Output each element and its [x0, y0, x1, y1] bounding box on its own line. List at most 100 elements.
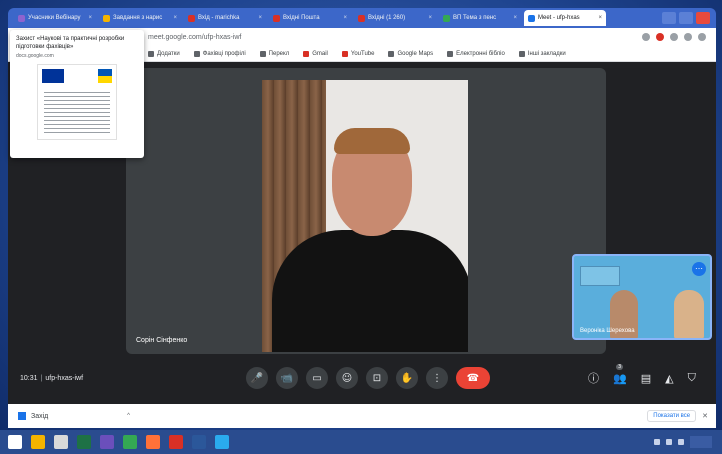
participant-figure	[674, 290, 704, 338]
browser-tab[interactable]: Вхідні (1 260) ×	[354, 10, 436, 26]
tab-close-icon[interactable]: ×	[88, 15, 92, 21]
system-tray	[654, 436, 722, 448]
file-explorer-icon[interactable]	[31, 435, 45, 449]
close-window-button[interactable]	[696, 12, 710, 24]
bookmark-item[interactable]: Інші закладки	[518, 50, 566, 57]
chevron-up-icon[interactable]: ^	[127, 413, 130, 419]
tab-favicon-icon	[273, 14, 280, 22]
tab-favicon-icon	[528, 14, 535, 22]
camera-icon[interactable]: 📹	[276, 367, 298, 389]
participant-hair	[334, 128, 410, 154]
bookmark-favicon-icon	[447, 50, 454, 57]
media-icon[interactable]	[54, 435, 68, 449]
extension-icons	[642, 33, 716, 41]
bookmark-favicon-icon	[303, 50, 310, 57]
separator: |	[40, 374, 43, 382]
bookmark-star-icon[interactable]	[642, 33, 650, 41]
bookmark-label: YouTube	[350, 50, 375, 57]
show-all-button[interactable]: Показати все	[647, 410, 697, 422]
participants-count-badge: 3	[616, 363, 624, 370]
raise-hand-icon[interactable]: ✋	[396, 367, 418, 389]
network-icon[interactable]	[654, 439, 660, 445]
bookmark-favicon-icon	[259, 50, 266, 57]
bookmark-item[interactable]: Gmail	[303, 50, 328, 57]
menu-icon[interactable]	[698, 33, 706, 41]
bookmark-item[interactable]: Фахівці профілі	[193, 50, 246, 57]
emoji-icon[interactable]: ☺	[336, 367, 358, 389]
excel-icon[interactable]	[77, 435, 91, 449]
present-screen-icon[interactable]: ⊡	[366, 367, 388, 389]
bookmark-label: Додатки	[157, 50, 180, 57]
tab-close-icon[interactable]: ×	[343, 15, 347, 21]
people-icon[interactable]: 👥 3	[613, 363, 627, 385]
captions-icon[interactable]: ▭	[306, 367, 328, 389]
browser-tab[interactable]: Учасники Вебінару ×	[14, 10, 96, 26]
browser-tab[interactable]: Завдання з нарис ×	[99, 10, 181, 26]
telegram-icon[interactable]	[215, 435, 229, 449]
tab-close-icon[interactable]: ×	[258, 15, 262, 21]
language-icon[interactable]	[678, 439, 684, 445]
host-controls-icon[interactable]: ⛉	[688, 371, 696, 385]
tab-label: Вхідні (1 260)	[368, 15, 406, 21]
bookmark-item[interactable]: Електронні бібліо	[447, 50, 505, 57]
document-text-preview	[44, 89, 110, 133]
more-options-icon[interactable]: ⋮	[426, 367, 448, 389]
bookmark-label: Інші закладки	[527, 50, 566, 57]
word-icon[interactable]	[192, 435, 206, 449]
self-participant-tile[interactable]: ⋯ Вероніка Шерехова	[572, 254, 712, 340]
activities-icon[interactable]: ◭	[665, 372, 673, 385]
tab-label: Вхід - marichka	[198, 15, 240, 21]
bookmark-item[interactable]: Google Maps	[388, 50, 434, 57]
self-participant-name: Вероніка Шерехова	[580, 328, 635, 334]
download-bar: Захід ^ Показати все ✕	[8, 404, 716, 428]
ukraine-flag-logo	[98, 69, 112, 83]
store-icon[interactable]	[100, 435, 114, 449]
clock[interactable]	[690, 436, 712, 448]
browser-tab[interactable]: Meet - ufp-hxas ×	[524, 10, 606, 26]
eu-flag-logo	[42, 69, 64, 83]
tab-preview-popup[interactable]: Захист «Наукові та практичні розробки пі…	[10, 30, 144, 158]
end-call-button[interactable]: ☎	[456, 367, 490, 389]
browser-tab[interactable]: Вхідні Пошта ×	[269, 10, 351, 26]
tab-close-icon[interactable]: ×	[513, 15, 517, 21]
minimize-button[interactable]	[662, 12, 676, 24]
download-file-name: Захід	[31, 412, 49, 420]
url-text[interactable]: meet.google.com/ufp-hxas-iwf	[148, 34, 241, 41]
browser-tab[interactable]: ВП Тема з пенс ×	[439, 10, 521, 26]
mic-icon[interactable]: 🎤	[246, 367, 268, 389]
chat-icon[interactable]: ▤	[641, 372, 651, 385]
acrobat-icon[interactable]	[169, 435, 183, 449]
main-participant-tile[interactable]: Сорін Сінфенко	[126, 68, 606, 354]
bookmark-label: Google Maps	[397, 50, 434, 57]
extension-icon[interactable]	[656, 33, 664, 41]
chrome-icon[interactable]	[123, 435, 137, 449]
more-options-icon[interactable]: ⋯	[692, 262, 706, 276]
bookmark-label: Gmail	[312, 50, 328, 57]
browser-tab-bar: Учасники Вебінару × Завдання з нарис × Вхід …	[8, 8, 716, 28]
background-shelf	[580, 266, 620, 286]
extension-icon[interactable]	[670, 33, 678, 41]
close-icon[interactable]: ✕	[702, 412, 708, 420]
tab-close-icon[interactable]: ×	[428, 15, 432, 21]
bookmark-label: Перекл	[268, 50, 290, 57]
participant-body	[272, 230, 468, 352]
meeting-code: ufp-hxas-iwf	[45, 374, 84, 382]
info-icon[interactable]: ⓘ	[588, 370, 599, 386]
maximize-button[interactable]	[679, 12, 693, 24]
tab-close-icon[interactable]: ×	[173, 15, 177, 21]
tab-close-icon[interactable]: ×	[598, 15, 602, 21]
profile-icon[interactable]	[684, 33, 692, 41]
bookmark-item[interactable]: Перекл	[259, 50, 290, 57]
bookmark-favicon-icon	[388, 50, 395, 57]
firefox-icon[interactable]	[146, 435, 160, 449]
download-item[interactable]: Захід ^	[18, 412, 130, 420]
browser-tab[interactable]: Вхід - marichka ×	[184, 10, 266, 26]
bookmark-item[interactable]: YouTube	[341, 50, 375, 57]
start-icon[interactable]	[8, 435, 22, 449]
bookmark-favicon-icon	[193, 50, 200, 57]
bookmark-favicon-icon	[148, 50, 154, 57]
tab-label: Завдання з нарис	[113, 15, 163, 21]
bookmark-item[interactable]: Додатки	[148, 50, 180, 57]
volume-icon[interactable]	[666, 439, 672, 445]
call-controls: 🎤 📹 ▭ ☺ ⊡ ✋ ⋮ ☎	[246, 367, 490, 389]
